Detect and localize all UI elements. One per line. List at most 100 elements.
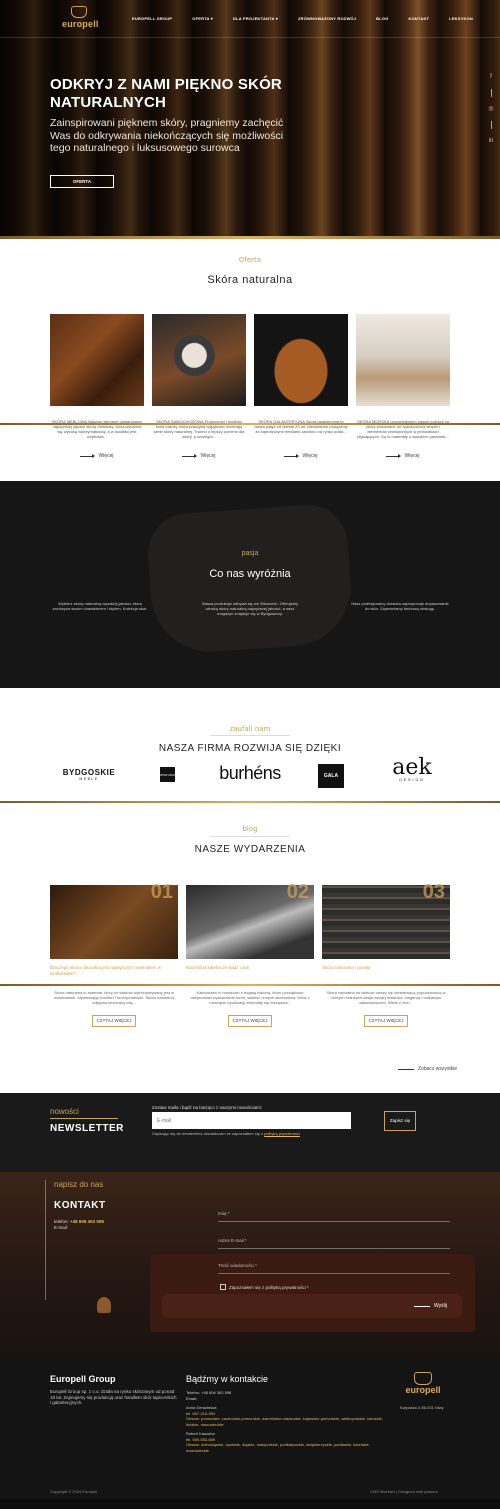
facebook-icon[interactable]: f	[490, 74, 492, 80]
blog-kicker: blog	[242, 825, 258, 833]
newsletter-title: NEWSLETTER	[50, 1123, 124, 1134]
linkedin-icon[interactable]: in	[489, 138, 494, 144]
passion-section: pasja Co nas wyróżnia Wybierz skórę natu…	[0, 481, 500, 688]
saddle-image: 01	[50, 881, 178, 959]
post-title[interactable]: Dlaczego skóra naturalna jest najlepszym…	[50, 965, 178, 976]
contact-vertical-line	[45, 1180, 46, 1300]
name-field[interactable]: Imię *	[218, 1211, 450, 1222]
trusted-divider	[210, 735, 290, 736]
footer-email[interactable]: Email:	[186, 1396, 392, 1402]
nav-item-blog[interactable]: BLOG	[376, 16, 388, 21]
offer-kicker: Oferta	[238, 256, 262, 264]
social-divider	[490, 121, 492, 129]
message-field[interactable]: Treść wiadomości *	[218, 1263, 450, 1274]
partner-logo-stapmax: STAP MAX	[160, 767, 175, 782]
post-title[interactable]: Narzędzia kaletnicze bądź i dok	[186, 965, 314, 971]
blog-post-1[interactable]: 01 Dlaczego skóra naturalna jest najleps…	[50, 881, 178, 1027]
newsletter-kicker: nowości	[50, 1107, 79, 1116]
hero-title: ODKRYJ Z NAMI PIĘKNO SKÓR NATURALNYCH	[50, 76, 282, 111]
offer-card-furniture[interactable]: SKÓRA MEBLOWA Naszym klientom dostarczam…	[50, 314, 144, 459]
footer-company: Europell Group	[50, 1374, 116, 1384]
bull-head-icon	[71, 6, 87, 18]
card-caption: SKÓRA MEBLOWA Naszym klientom dostarczam…	[51, 419, 143, 439]
rep2-regions: Obszar: dolnośląskie, opolskie, śląskie,…	[186, 1442, 370, 1453]
footer-address: Karpacka 3 86-031 Niwy	[400, 1405, 444, 1410]
post-title[interactable]: Skóra naturalna i postęp	[322, 965, 450, 971]
arrow-right-icon	[284, 453, 300, 458]
partner-logo-gala: GALA	[318, 764, 344, 788]
read-more-button[interactable]: CZYTAJ WIĘCEJ	[364, 1015, 408, 1027]
read-more-button[interactable]: CZYTAJ WIĘCEJ	[228, 1015, 272, 1027]
leather-stack-image: 03	[322, 881, 450, 959]
post-excerpt: Skóra naturalna to materiał, który od wi…	[53, 990, 175, 1005]
footer-about: Europell Group sp. z o.o. działa na rynk…	[50, 1389, 177, 1405]
bull-head-icon	[414, 1372, 432, 1385]
more-link[interactable]: Więcej	[152, 453, 246, 459]
newsletter-underline	[50, 1118, 118, 1119]
offer-button[interactable]: OFERTA	[50, 175, 114, 188]
more-link[interactable]: Więcej	[50, 453, 144, 459]
hero-gold-divider	[0, 236, 500, 239]
footer-bottom-strip	[0, 1499, 500, 1509]
nav-item-kontakt[interactable]: KONTAKT	[409, 16, 430, 21]
rep1-regions: Obszar: pomorskie, zachodnio-pomorskie, …	[186, 1416, 383, 1427]
consent-checkbox[interactable]	[220, 1284, 226, 1290]
blog-divider	[210, 836, 290, 837]
privacy-policy-link[interactable]: polityką prywatności	[264, 1131, 300, 1136]
passion-title: Co nas wyróżnia	[209, 568, 291, 580]
send-button[interactable]: Wyślij	[414, 1303, 447, 1309]
footer-logo[interactable]: europell	[405, 1372, 441, 1395]
subscribe-button[interactable]: Zapisz się	[384, 1111, 416, 1131]
partner-logos: BYDGOSKIE MEBLE STAP MAX burhéns GALA ae…	[52, 757, 450, 792]
instagram-icon[interactable]: ◎	[488, 106, 493, 112]
offer-card-marine[interactable]: SKÓRA MORSKA Uzupełnieniem naszej kolekc…	[356, 314, 450, 459]
passion-col-3: Nasz profesjonalny doradca zaproponuje d…	[351, 601, 449, 611]
trusted-title: NASZA FIRMA ROZWIJA SIĘ DZIĘKI	[158, 743, 342, 754]
newsletter-email-input[interactable]	[152, 1112, 351, 1129]
partner-logo-burhens: burhéns	[219, 763, 281, 783]
contact-section: napisz do nas KONTAKT telefon: +48 606 3…	[0, 1172, 500, 1358]
more-link[interactable]: Więcej	[356, 453, 450, 459]
car-interior-image	[152, 314, 246, 406]
vase-image	[97, 1297, 111, 1313]
nav-item-europell-group[interactable]: EUROPELL GROUP	[132, 16, 172, 21]
footer-copyright: Copyright © 2024 Europell	[50, 1489, 97, 1494]
blog-post-3[interactable]: 03 Skóra naturalna i postęp Skóra natura…	[322, 881, 450, 1027]
partner-logo-bydgoskie: BYDGOSKIE MEBLE	[62, 768, 116, 781]
nav-item-oferta[interactable]: OFERTA ▾	[192, 16, 213, 21]
arrow-right-icon	[386, 453, 402, 458]
see-all-posts-link[interactable]: Zobacz wszystkie	[398, 1066, 457, 1072]
email-field[interactable]: Adres E-mail *	[218, 1238, 450, 1249]
furniture-leather-image	[50, 314, 144, 406]
footer-contact-title: Bądźmy w kontakcie	[186, 1374, 269, 1384]
contact-email-label: E-mail:	[54, 1225, 69, 1230]
blog-post-2[interactable]: 02 Narzędzia kaletnicze bądź i dok Kalet…	[186, 881, 314, 1027]
newsletter-lead: Zostaw maila i bądź na bieżąco z naszymi…	[152, 1105, 263, 1110]
more-link[interactable]: Więcej	[254, 453, 348, 459]
offer-title: Skóra naturalna	[207, 274, 293, 286]
arrow-right-icon	[398, 1068, 414, 1070]
social-divider	[490, 89, 492, 97]
nav-item-leksykon[interactable]: LEKSYKON	[449, 16, 473, 21]
arrow-right-icon	[80, 453, 96, 458]
card-caption: SKÓRA GALANTERYJNA Skóra galanteryjna to…	[254, 419, 348, 434]
nav-item-zrownowazony-rozwoj[interactable]: ZRÓWNOWAŻONY ROZWÓJ	[298, 16, 356, 21]
passion-col-2: Nasza produkcja odbywa się we Włoszech. …	[201, 601, 299, 616]
contact-kicker: napisz do nas	[54, 1180, 104, 1189]
blog-title: NASZE WYDARZENIA	[194, 844, 306, 855]
offer-card-accessories[interactable]: SKÓRA GALANTERYJNA Skóra galanteryjna to…	[254, 314, 348, 459]
leather-tools-image: 02	[186, 881, 314, 959]
newsletter-consent: Zapisując się do newslettera oświadczam …	[152, 1131, 300, 1136]
trusted-kicker: zaufali nam	[229, 725, 271, 733]
contact-consent[interactable]: Zapoznałem się z polityką prywatności *	[220, 1284, 309, 1290]
hero-section: europell EUROPELL GROUP OFERTA ▾ DLA PRO…	[0, 0, 500, 238]
footer: Europell Group Europell Group sp. z o.o.…	[0, 1358, 500, 1509]
offer-card-automotive[interactable]: SKÓRA SAMOCHODOWA Producenci i możliwy k…	[152, 314, 246, 459]
read-more-button[interactable]: CZYTAJ WIĘCEJ	[92, 1015, 136, 1027]
post-excerpt: Kaletnictwo to rzemiosło z bogatą histor…	[190, 990, 310, 1005]
site-logo[interactable]: europell	[62, 6, 98, 29]
nav-item-dla-projektanta[interactable]: DLA PROJEKTANTA ▾	[233, 16, 278, 21]
main-menu: EUROPELL GROUP OFERTA ▾ DLA PROJEKTANTA …	[132, 16, 493, 21]
hero-subtitle: Zainspirowani pięknem skóry, pragniemy z…	[50, 117, 284, 154]
top-navigation: europell EUROPELL GROUP OFERTA ▾ DLA PRO…	[0, 0, 500, 38]
